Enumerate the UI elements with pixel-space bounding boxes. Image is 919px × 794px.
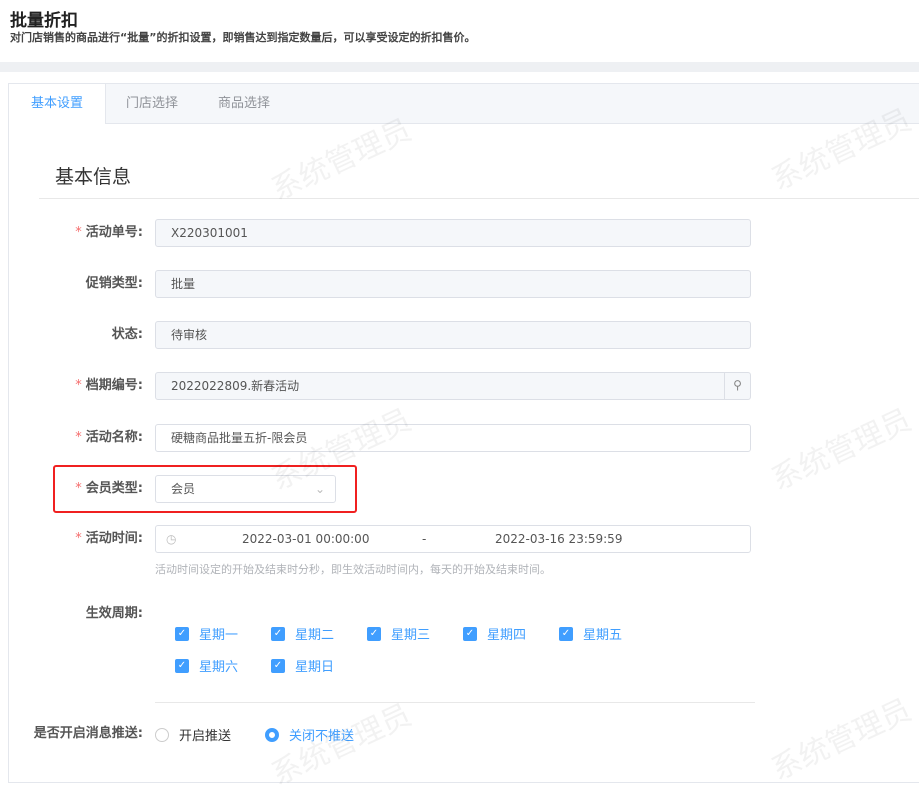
label-push: 是否开启消息推送: xyxy=(33,726,143,741)
date-range-picker[interactable]: ◷ 2022-03-01 00:00:00 - 2022-03-16 23:59… xyxy=(155,525,751,553)
tab-product-selection[interactable]: 商品选择 xyxy=(198,84,290,123)
day-label: 星期五 xyxy=(583,628,623,643)
section-divider xyxy=(39,198,919,199)
divider-band xyxy=(0,62,919,72)
page-subtitle: 对门店销售的商品进行“批量”的折扣设置，即销售达到指定数量后，可以享受设定的折扣… xyxy=(10,31,476,44)
search-icon[interactable]: ⚲ xyxy=(724,373,750,399)
label-activity-name: 活动名称: xyxy=(85,430,143,445)
start-time: 2022-03-01 00:00:00 xyxy=(242,532,370,546)
radio-push-off[interactable]: 关闭不推送 xyxy=(265,725,354,744)
required-mark: * xyxy=(75,531,82,546)
promo-type-input[interactable]: 批量 xyxy=(155,270,751,298)
checkbox-wednesday[interactable]: ✓ 星期三 xyxy=(367,624,430,643)
label-status: 状态: xyxy=(111,327,143,342)
schedule-no-input[interactable]: 2022022809.新春活动 ⚲ xyxy=(155,372,751,400)
checkbox-saturday[interactable]: ✓ 星期六 xyxy=(175,656,238,675)
tab-bar: 基本设置 门店选择 商品选择 xyxy=(9,84,919,124)
day-label: 星期三 xyxy=(391,628,431,643)
schedule-no-value: 2022022809.新春活动 xyxy=(171,379,300,393)
check-icon: ✓ xyxy=(175,626,189,641)
checkbox-sunday[interactable]: ✓ 星期日 xyxy=(271,656,334,675)
checkbox-tuesday[interactable]: ✓ 星期二 xyxy=(271,624,334,643)
time-hint: 活动时间设定的开始及结束时分秒，即生效活动时间内，每天的开始及结束时间。 xyxy=(155,563,551,576)
label-activity-no: 活动单号: xyxy=(85,225,143,240)
checkbox-thursday[interactable]: ✓ 星期四 xyxy=(463,624,526,643)
check-icon: ✓ xyxy=(367,626,381,641)
checkbox-monday[interactable]: ✓ 星期一 xyxy=(175,624,238,643)
row-promo-type: 促销类型: 批量 xyxy=(0,270,919,298)
status-input[interactable]: 待审核 xyxy=(155,321,751,349)
label-promo-type: 促销类型: xyxy=(85,276,143,291)
end-time: 2022-03-16 23:59:59 xyxy=(495,532,623,546)
radio-label: 开启推送 xyxy=(179,729,232,744)
radio-selected-icon xyxy=(265,727,279,742)
check-icon: ✓ xyxy=(271,658,285,673)
day-label: 星期一 xyxy=(199,628,239,643)
check-icon: ✓ xyxy=(559,626,573,641)
range-separator: - xyxy=(422,532,427,546)
tab-store-selection[interactable]: 门店选择 xyxy=(106,84,198,123)
label-schedule-no: 档期编号: xyxy=(85,378,143,393)
check-icon: ✓ xyxy=(271,626,285,641)
row-schedule-no: * 档期编号: 2022022809.新春活动 ⚲ xyxy=(0,372,919,400)
required-mark: * xyxy=(75,430,82,445)
highlight-box xyxy=(53,465,357,513)
section-title: 基本信息 xyxy=(55,166,132,188)
activity-no-input[interactable]: X220301001 xyxy=(155,219,751,247)
activity-name-input[interactable]: 硬糖商品批量五折-限会员 xyxy=(155,424,751,452)
tab-basic-settings[interactable]: 基本设置 xyxy=(9,84,106,124)
required-mark: * xyxy=(75,378,82,393)
check-icon: ✓ xyxy=(463,626,477,641)
required-mark: * xyxy=(75,225,82,240)
row-activity-time: * 活动时间: ◷ 2022-03-01 00:00:00 - 2022-03-1… xyxy=(0,525,919,553)
day-label: 星期二 xyxy=(295,628,335,643)
checkbox-friday[interactable]: ✓ 星期五 xyxy=(559,624,622,643)
check-icon: ✓ xyxy=(175,658,189,673)
radio-label: 关闭不推送 xyxy=(289,729,355,744)
day-label: 星期四 xyxy=(487,628,527,643)
label-activity-time: 活动时间: xyxy=(85,531,143,546)
form-divider xyxy=(155,702,755,703)
radio-icon xyxy=(155,727,169,742)
row-status: 状态: 待审核 xyxy=(0,321,919,349)
day-label: 星期六 xyxy=(199,660,239,675)
row-activity-no: * 活动单号: X220301001 xyxy=(0,219,919,247)
page-title: 批量折扣 xyxy=(10,11,78,31)
label-cycle: 生效周期: xyxy=(85,606,143,621)
day-label: 星期日 xyxy=(295,660,335,675)
row-activity-name: * 活动名称: 硬糖商品批量五折-限会员 xyxy=(0,424,919,452)
clock-icon: ◷ xyxy=(166,532,177,546)
radio-push-on[interactable]: 开启推送 xyxy=(155,725,231,744)
